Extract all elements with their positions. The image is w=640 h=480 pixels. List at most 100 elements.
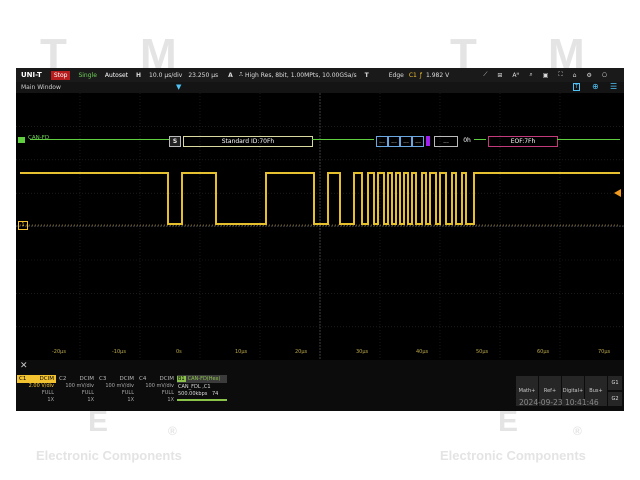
- autoset-button[interactable]: Autoset: [105, 72, 128, 79]
- time-tick-7: 40µs: [416, 349, 429, 355]
- home-icon[interactable]: ⌂: [573, 72, 577, 79]
- save-icon[interactable]: ▣: [543, 72, 549, 79]
- horizontal-label[interactable]: H: [136, 72, 141, 79]
- c4-name: C4: [139, 375, 147, 382]
- bus-data-cell-2[interactable]: ...: [388, 136, 400, 147]
- time-tick-4: 10µs: [235, 349, 248, 355]
- measure-tool-icon[interactable]: ⊞: [497, 72, 502, 79]
- c3-name: C3: [99, 375, 107, 382]
- bus-id-frame[interactable]: Standard ID:70Fh: [183, 136, 313, 147]
- waveform-area[interactable]: CAN-FD 1 S Standard ID:70Fh ... ... ... …: [16, 93, 624, 360]
- c1-probe: 1X: [47, 397, 54, 403]
- window-title-bar: Main Window ▼ T ⊕ ☰: [16, 82, 624, 93]
- c1-scale: 2.00 V/div: [28, 383, 54, 389]
- time-tick-2: -10µs: [112, 349, 126, 355]
- c1-mode: DCIM: [39, 375, 54, 382]
- bus-data-cell-3[interactable]: ...: [400, 136, 412, 147]
- decoder-source: CAN_FDL ,C1: [178, 384, 211, 390]
- c2-bandwidth: FULL: [81, 390, 94, 396]
- g1-button[interactable]: G1: [608, 376, 622, 390]
- trigger-label[interactable]: T: [365, 72, 369, 79]
- trigger-type[interactable]: Edge: [389, 72, 404, 79]
- zoom-icon[interactable]: ⊕: [592, 82, 599, 91]
- c4-bandwidth: FULL: [161, 390, 174, 396]
- settings-icon[interactable]: ⚙: [586, 72, 591, 79]
- single-button[interactable]: Single: [78, 72, 96, 79]
- decoder-tag: B1: [177, 376, 186, 382]
- bus-marker[interactable]: [18, 137, 25, 143]
- bus-eof-frame[interactable]: EOF:7Fh: [488, 136, 558, 147]
- bus-crc-line: [474, 139, 486, 140]
- trigger-position-marker-icon[interactable]: ▼: [176, 83, 181, 91]
- tools-icon[interactable]: ✕: [20, 361, 28, 371]
- oscilloscope-screen: UNI-T Stop Single Autoset H 10.0 µs/div …: [16, 68, 624, 411]
- time-tick-1: -20µs: [52, 349, 66, 355]
- brand-logo: UNI-T: [21, 71, 42, 79]
- c1-bandwidth: FULL: [41, 390, 54, 396]
- channel-c2-panel[interactable]: C2 DCIM 100 mV/div FULL 1X: [57, 375, 96, 405]
- watermark-caption-left: Electronic Components: [36, 448, 182, 463]
- menu-icon[interactable]: ⎔: [602, 72, 607, 79]
- bus-start-frame[interactable]: S: [169, 136, 181, 147]
- decoder-underline: [177, 399, 227, 401]
- search-icon[interactable]: ⌕: [529, 71, 532, 79]
- window-title: Main Window: [21, 84, 61, 91]
- c3-scale: 100 mV/div: [105, 383, 134, 389]
- ch1-ground-marker[interactable]: 1: [18, 221, 28, 230]
- bus-data-cell-4[interactable]: ...: [412, 136, 424, 147]
- channel-c4-panel[interactable]: C4 DCIM 100 mV/div FULL 1X: [137, 375, 176, 405]
- time-tick-8: 50µs: [476, 349, 489, 355]
- cursor-tool-icon[interactable]: ⟋: [483, 71, 487, 79]
- c2-name: C2: [59, 375, 67, 382]
- bus-ellipsis-frame[interactable]: ...: [434, 136, 458, 147]
- decoder-panel[interactable]: B1 CAN-FD(Hex) CAN_FDL ,C1 500.00kbps 74: [177, 375, 227, 405]
- text-tool-icon[interactable]: T: [573, 83, 581, 91]
- watermark-reg-right: ®: [573, 424, 582, 438]
- decoder-bitrate: 500.00kbps: [178, 391, 208, 397]
- c3-mode: DCIM: [119, 375, 134, 382]
- c2-mode: DCIM: [79, 375, 94, 382]
- auto-measure-icon[interactable]: Aᴴ: [512, 72, 519, 79]
- c2-scale: 100 mV/div: [65, 383, 94, 389]
- decoder-title: CAN-FD(Hex): [187, 376, 221, 382]
- decoder-count: 74: [211, 391, 219, 397]
- c1-name: C1: [19, 375, 27, 382]
- c3-bandwidth: FULL: [121, 390, 134, 396]
- watermark-caption-right: Electronic Components: [440, 448, 586, 463]
- run-stop-button[interactable]: Stop: [50, 70, 71, 80]
- c4-probe: 1X: [167, 397, 174, 403]
- trigger-level-readout[interactable]: 1.982 V: [426, 72, 449, 79]
- c4-scale: 100 mV/div: [145, 383, 174, 389]
- trigger-level-marker[interactable]: [614, 189, 621, 197]
- window-menu-icon[interactable]: ☰: [610, 82, 617, 91]
- time-tick-5: 20µs: [295, 349, 308, 355]
- channel-c1-panel[interactable]: C1 DCIM 2.00 V/div FULL 1X: [17, 375, 56, 405]
- time-tick-10: 70µs: [598, 349, 611, 355]
- time-tick-3: 0s: [176, 349, 182, 355]
- bottom-panel: ✕ C1 DCIM 2.00 V/div FULL 1X C2 DCIM 100 m…: [16, 360, 624, 411]
- acquire-label[interactable]: A: [228, 72, 233, 79]
- channel-c3-panel[interactable]: C3 DCIM 100 mV/div FULL 1X: [97, 375, 136, 405]
- bus-idle-line: [30, 139, 170, 140]
- c3-probe: 1X: [127, 397, 134, 403]
- acquire-mode-icon: ⎍: [238, 71, 244, 78]
- time-tick-6: 30µs: [356, 349, 369, 355]
- c4-mode: DCIM: [159, 375, 174, 382]
- datetime-readout: 2024-09-23 10:41:46: [519, 398, 599, 407]
- horizontal-position-readout[interactable]: 23.250 µs: [188, 72, 218, 79]
- acquire-info-readout[interactable]: High Res, 8bit, 1.00MPts, 10.00GSa/s: [245, 72, 357, 79]
- waveform-grid: [16, 93, 624, 360]
- utility-icon[interactable]: ⛶: [558, 71, 562, 79]
- rising-edge-icon: ƒ: [419, 71, 422, 79]
- bus-gap-line: [312, 139, 374, 140]
- bus-crc-frame[interactable]: 0h: [460, 136, 474, 145]
- g2-button[interactable]: G2: [608, 392, 622, 406]
- bus-idle-line-right: [557, 139, 620, 140]
- timebase-readout[interactable]: 10.0 µs/div: [149, 72, 182, 79]
- trigger-channel[interactable]: C1: [409, 72, 417, 79]
- watermark-reg-left: ®: [168, 424, 177, 438]
- top-toolbar: UNI-T Stop Single Autoset H 10.0 µs/div …: [16, 68, 624, 82]
- time-tick-9: 60µs: [537, 349, 550, 355]
- bus-data-cell-1[interactable]: ...: [376, 136, 388, 147]
- bus-name-label: CAN-FD: [28, 135, 50, 141]
